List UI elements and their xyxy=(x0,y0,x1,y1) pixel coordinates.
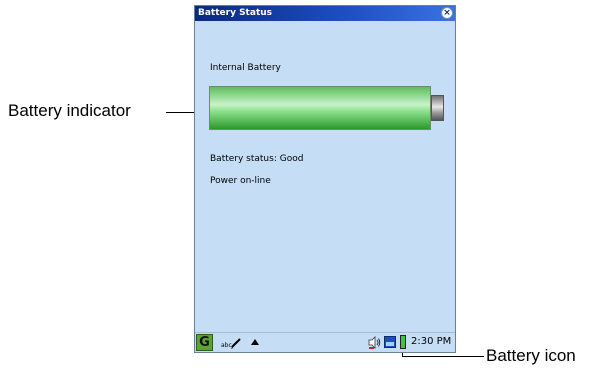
screen-icon[interactable] xyxy=(384,336,396,348)
clock[interactable]: 2:30 PM xyxy=(411,335,451,349)
battery-status-window: Battery Status × Internal Battery Batter… xyxy=(194,5,456,353)
battery-level-fill xyxy=(210,87,430,129)
input-method-icon[interactable]: abc xyxy=(221,336,241,350)
window-title: Battery Status xyxy=(198,8,273,18)
battery-icon-callout: Battery icon xyxy=(486,346,576,365)
arrow-up-icon[interactable] xyxy=(251,339,259,345)
battery-icon-leader-h xyxy=(402,356,484,357)
speaker-icon[interactable] xyxy=(368,336,381,349)
input-method-label: abc xyxy=(221,342,232,349)
battery-indicator xyxy=(209,86,431,130)
title-bar: Battery Status × xyxy=(195,6,455,21)
battery-status-text: Battery status: Good xyxy=(210,154,304,164)
close-button[interactable]: × xyxy=(441,7,453,19)
internal-battery-heading: Internal Battery xyxy=(210,63,281,73)
start-icon[interactable]: G xyxy=(196,334,213,351)
battery-icon[interactable] xyxy=(400,335,406,349)
taskbar: G abc 2:30 PM xyxy=(195,332,455,352)
power-status-text: Power on-line xyxy=(210,176,271,186)
close-icon: × xyxy=(443,8,451,18)
battery-terminal-cap xyxy=(431,95,444,121)
battery-indicator-callout: Battery indicator xyxy=(8,101,131,120)
